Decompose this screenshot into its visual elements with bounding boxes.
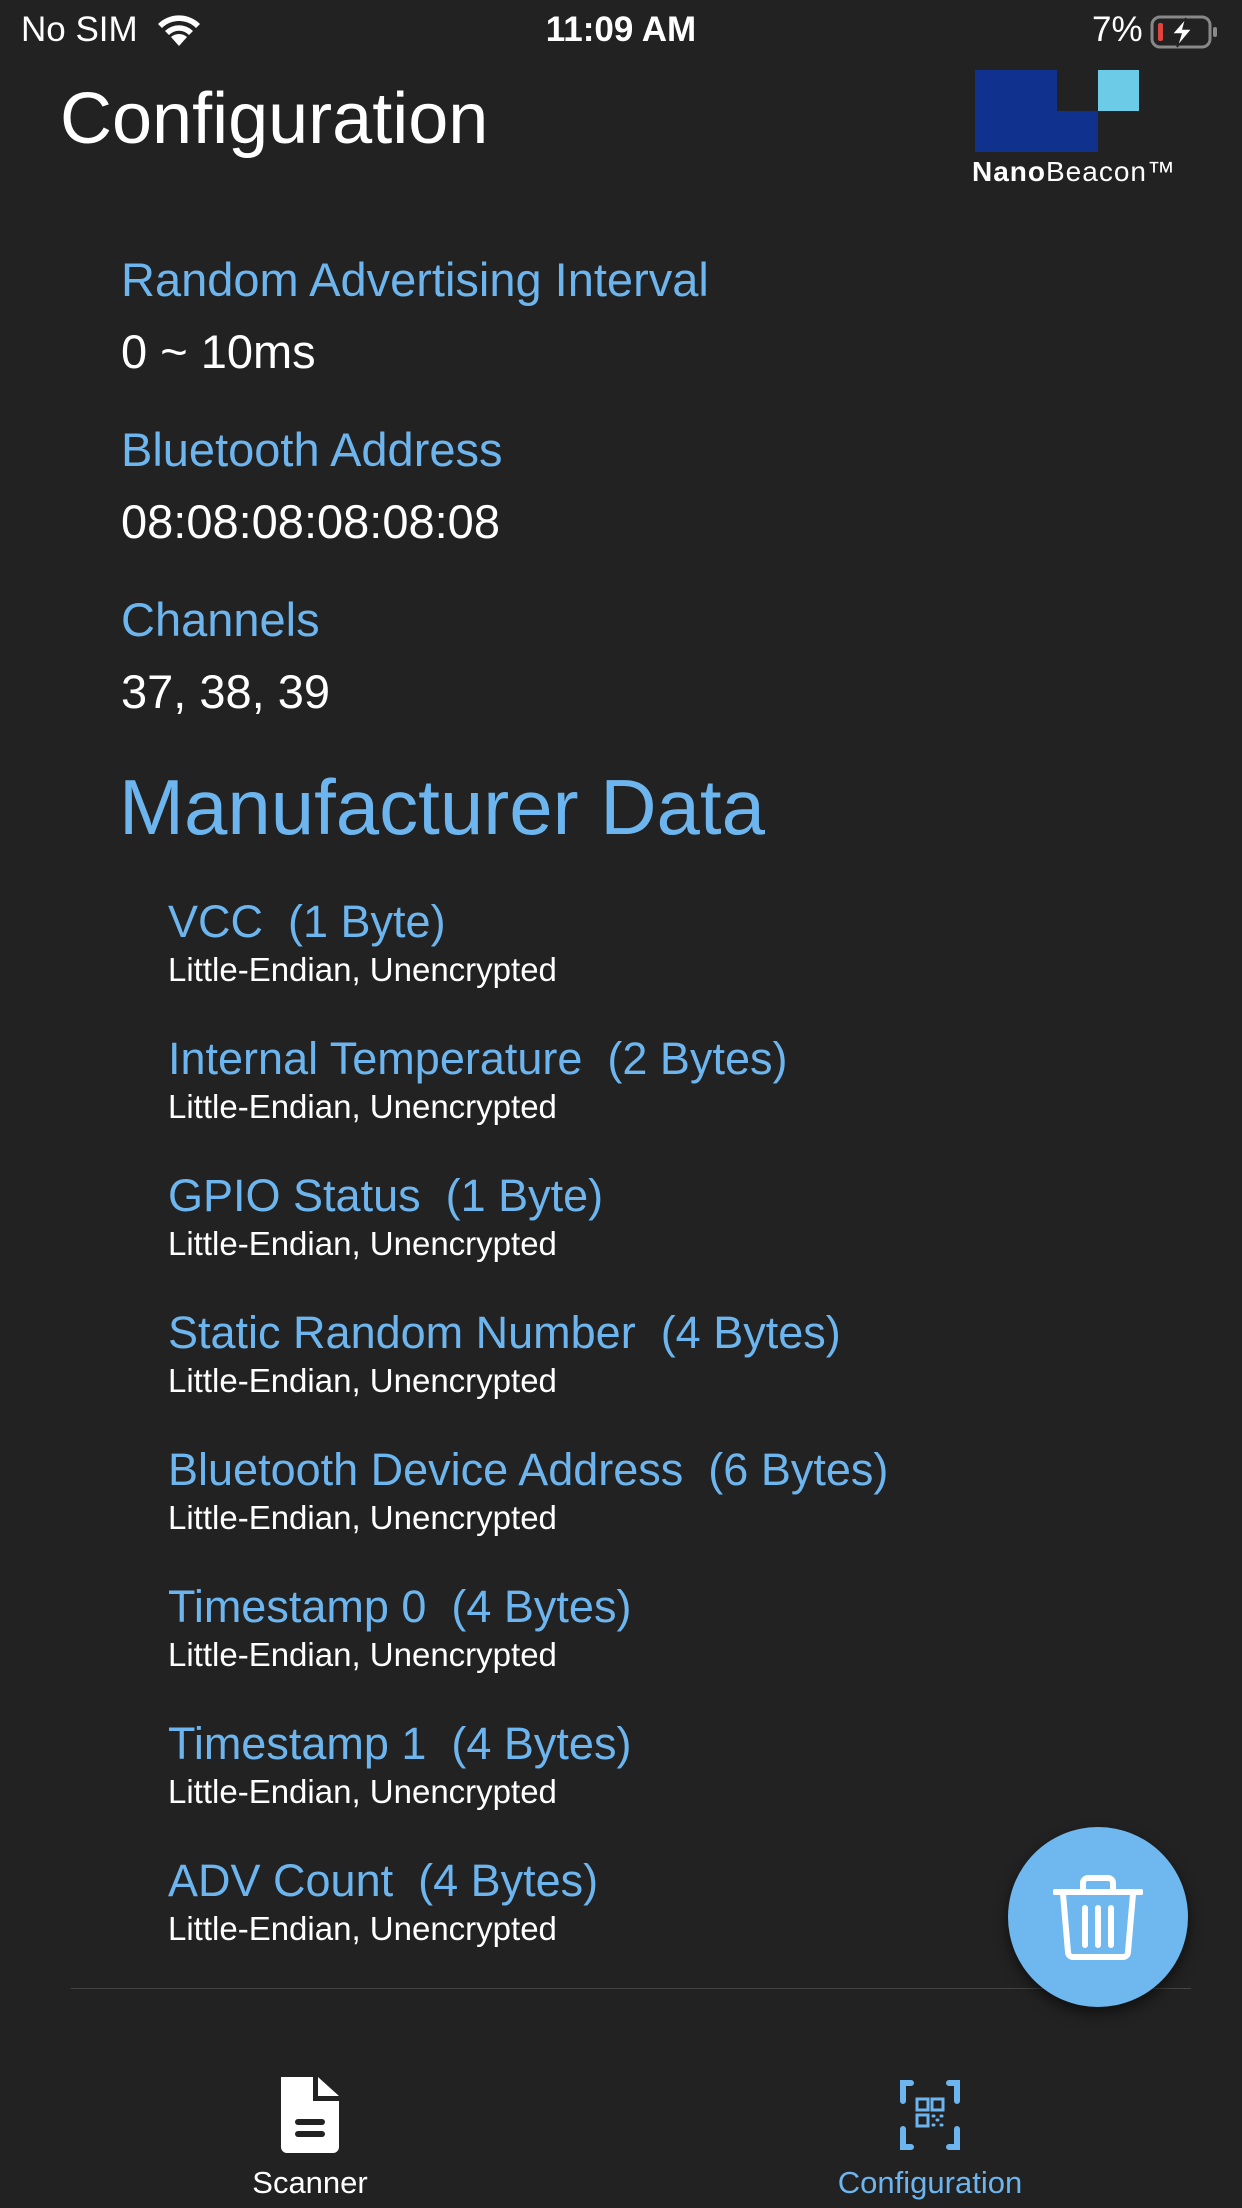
item-desc: Little-Endian, Unencrypted: [168, 1088, 557, 1125]
field-label: Random Advertising Interval: [121, 253, 709, 306]
document-icon: [281, 2077, 339, 2153]
item-desc: Little-Endian, Unencrypted: [168, 1362, 557, 1399]
battery-percent: 7%: [1092, 10, 1143, 49]
tab-label: Scanner: [252, 2165, 368, 2200]
field-channels: Channels 37, 38, 39: [121, 592, 330, 720]
logo-brand-light: Beacon™: [1046, 156, 1176, 187]
field-bluetooth-address: Bluetooth Address 08:08:08:08:08:08: [121, 422, 503, 550]
list-item[interactable]: Timestamp 1 (4 Bytes) Little-Endian, Une…: [168, 1718, 888, 1855]
list-item[interactable]: ADV Count (4 Bytes) Little-Endian, Unenc…: [168, 1855, 888, 1992]
field-random-advertising-interval: Random Advertising Interval 0 ~ 10ms: [121, 252, 709, 380]
item-name: Timestamp 1 (4 Bytes): [168, 1718, 632, 1769]
item-name: Static Random Number (4 Bytes): [168, 1307, 841, 1358]
field-value: 08:08:08:08:08:08: [121, 495, 500, 548]
item-name: Bluetooth Device Address (6 Bytes): [168, 1444, 889, 1495]
delete-button[interactable]: [1008, 1827, 1188, 2007]
list-item[interactable]: Timestamp 0 (4 Bytes) Little-Endian, Une…: [168, 1581, 888, 1718]
logo-brand-bold: Nano: [972, 156, 1046, 187]
status-bar: No SIM 11:09 AM 7%: [0, 0, 1242, 62]
manufacturer-data-list: VCC (1 Byte) Little-Endian, Unencrypted …: [168, 896, 888, 1992]
item-name: GPIO Status (1 Byte): [168, 1170, 604, 1221]
battery-charging-icon: [1150, 15, 1217, 49]
field-value: 0 ~ 10ms: [121, 325, 316, 378]
list-item[interactable]: GPIO Status (1 Byte) Little-Endian, Unen…: [168, 1170, 888, 1307]
tab-scanner[interactable]: Scanner: [160, 2075, 460, 2201]
page-title: Configuration: [60, 79, 489, 159]
item-name: ADV Count (4 Bytes): [168, 1855, 599, 1906]
item-desc: Little-Endian, Unencrypted: [168, 1225, 557, 1262]
logo-text: NanoBeacon™: [972, 156, 1176, 188]
list-item[interactable]: Internal Temperature (2 Bytes) Little-En…: [168, 1033, 888, 1170]
item-name: VCC (1 Byte): [168, 896, 446, 947]
item-name: Timestamp 0 (4 Bytes): [168, 1581, 632, 1632]
divider: [71, 1988, 1191, 1989]
item-desc: Little-Endian, Unencrypted: [168, 951, 557, 988]
clock: 11:09 AM: [545, 10, 697, 49]
field-label: Bluetooth Address: [121, 423, 503, 476]
list-item[interactable]: Static Random Number (4 Bytes) Little-En…: [168, 1307, 888, 1444]
list-item[interactable]: Bluetooth Device Address (6 Bytes) Littl…: [168, 1444, 888, 1581]
tab-label: Configuration: [837, 2165, 1023, 2200]
qr-scan-icon: [900, 2080, 960, 2150]
trash-icon: [1053, 1875, 1143, 1960]
item-desc: Little-Endian, Unencrypted: [168, 1910, 557, 1947]
manufacturer-data-title: Manufacturer Data: [119, 763, 765, 851]
list-item[interactable]: VCC (1 Byte) Little-Endian, Unencrypted: [168, 896, 888, 1033]
field-label: Channels: [121, 593, 320, 646]
item-desc: Little-Endian, Unencrypted: [168, 1773, 557, 1810]
item-desc: Little-Endian, Unencrypted: [168, 1499, 557, 1536]
field-value: 37, 38, 39: [121, 665, 331, 718]
tab-configuration[interactable]: Configuration: [780, 2075, 1080, 2201]
item-desc: Little-Endian, Unencrypted: [168, 1636, 557, 1673]
item-name: Internal Temperature (2 Bytes): [168, 1033, 788, 1084]
